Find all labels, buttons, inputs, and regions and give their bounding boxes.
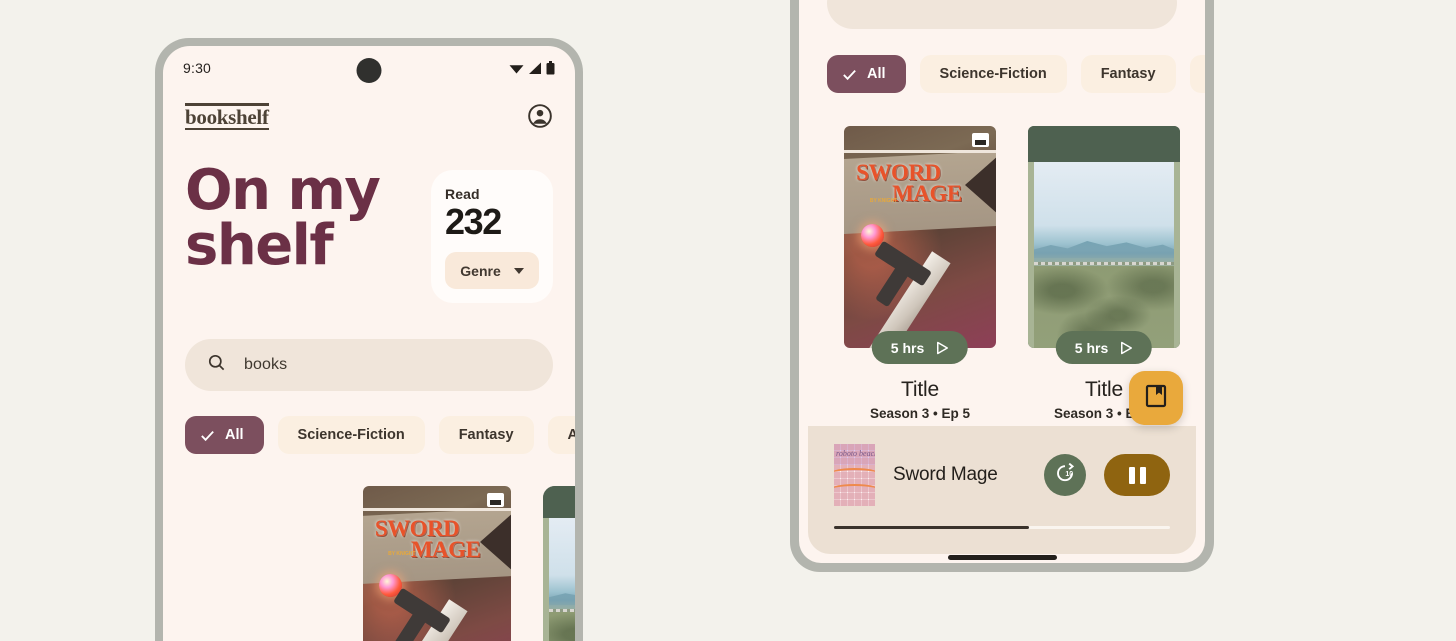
book-cover-sword-mage[interactable]: SWORD MAGE BY KNIGHT <box>363 486 511 641</box>
cover-mat <box>1028 161 1180 348</box>
tablet-screen: All Science-Fiction Fantasy Adventure <box>799 0 1205 563</box>
chip-label: Science-Fiction <box>939 66 1047 82</box>
duration-label: 5 hrs <box>890 339 925 356</box>
album-wave-2 <box>834 484 875 498</box>
cover-photo <box>1034 161 1174 348</box>
cover-header-band <box>543 486 575 518</box>
search-icon <box>207 353 226 377</box>
status-icons <box>509 61 555 75</box>
pause-button[interactable] <box>1104 454 1170 496</box>
wifi-icon <box>509 62 524 75</box>
tablet-filter-chips: All Science-Fiction Fantasy Adventure <box>799 29 1205 93</box>
cellular-signal-icon <box>528 62 542 75</box>
phone-filter-chips: All Science-Fiction Fantasy Adventure <box>163 391 575 454</box>
cover-byline: BY KNIGHT <box>388 551 416 557</box>
book-cover-sword-mage[interactable]: SWORD MAGE BY KNIGHT <box>844 126 996 348</box>
photo-scrubland <box>549 612 575 641</box>
forward-10-icon: 10 <box>1053 461 1077 490</box>
svg-text:10: 10 <box>1065 471 1073 478</box>
duration-play-pill[interactable]: 5 hrs <box>1055 331 1153 364</box>
forward-10-button[interactable]: 10 <box>1044 454 1086 496</box>
cover-mat <box>543 518 575 641</box>
cover-header-band <box>1028 126 1180 162</box>
read-stat-value: 232 <box>445 201 502 242</box>
chip-label: Fantasy <box>458 427 514 443</box>
phone-hero: On my shelf Read 232 Genre <box>163 136 575 303</box>
chip-science-fiction[interactable]: Science-Fiction <box>919 55 1067 93</box>
app-logo[interactable]: bookshelf <box>185 102 269 130</box>
phone-book-grid: SWORD MAGE BY KNIGHT <box>163 454 575 641</box>
check-icon <box>199 427 216 444</box>
book-cover-landscape[interactable] <box>1028 126 1180 348</box>
playback-progress-fill <box>834 526 1029 529</box>
playback-progress-bar[interactable] <box>834 526 1170 529</box>
chip-label: Adventure <box>567 427 575 443</box>
chevron-down-icon <box>513 267 524 274</box>
read-stat-label: Read <box>445 186 480 202</box>
bookmark-fab-button[interactable] <box>1129 371 1183 425</box>
book-cover-wrapper: 5 hrs <box>1028 126 1180 364</box>
phone-status-bar: 9:30 <box>163 46 575 90</box>
photo-horizon-strip <box>1034 262 1174 266</box>
duration-label: 5 hrs <box>1074 339 1109 356</box>
chip-all[interactable]: All <box>827 55 906 93</box>
bookmark-badge-icon <box>972 133 989 147</box>
genre-dropdown[interactable]: Genre <box>445 252 539 289</box>
cover-chevron <box>965 154 996 215</box>
album-art: roboto beach <box>834 444 875 506</box>
bookmark-badge-icon <box>487 493 504 507</box>
front-camera-dot <box>356 58 382 83</box>
chip-label: All <box>867 66 886 82</box>
play-icon <box>1120 341 1133 355</box>
mini-player: roboto beach Sword Mage 10 <box>808 426 1196 560</box>
now-playing-title: Sword Mage <box>893 464 998 485</box>
photo-mountains <box>549 589 575 606</box>
page-title: On my shelf <box>185 158 381 278</box>
search-input[interactable]: books <box>244 356 287 374</box>
book-card[interactable]: SWORD MAGE BY KNIGHT 5 hrs Title Season … <box>844 126 996 421</box>
chip-fantasy[interactable]: Fantasy <box>438 416 534 454</box>
screenshot-stage: 9:30 bookshelf On my shelf Read 232 Genr… <box>0 0 1456 641</box>
book-subtitle: Season 3 • Ep 5 <box>869 406 971 421</box>
chip-adventure[interactable]: Adventure <box>1189 55 1205 93</box>
chip-label: Fantasy <box>1100 66 1156 82</box>
phone-search-bar[interactable]: books <box>185 339 553 391</box>
chip-all[interactable]: All <box>185 416 264 454</box>
book-title: Title <box>901 378 939 401</box>
photo-mountains <box>1034 241 1174 259</box>
genre-dropdown-label: Genre <box>460 262 501 279</box>
cover-photo <box>549 518 575 641</box>
play-icon <box>936 341 949 355</box>
bookmark-icon <box>1145 384 1167 413</box>
battery-icon <box>546 61 555 75</box>
book-cover-wrapper: SWORD MAGE BY KNIGHT 5 hrs <box>844 126 996 364</box>
chip-science-fiction[interactable]: Science-Fiction <box>277 416 425 454</box>
status-time: 9:30 <box>183 60 212 76</box>
phone-app-bar: bookshelf <box>163 90 575 136</box>
chip-label: All <box>225 427 244 443</box>
book-cover-landscape[interactable] <box>543 486 575 641</box>
chip-fantasy[interactable]: Fantasy <box>1080 55 1176 93</box>
pause-icon <box>1128 466 1146 484</box>
mini-player-row: roboto beach Sword Mage 10 <box>834 444 1170 506</box>
tablet-search-bar[interactable] <box>827 0 1177 29</box>
phone-device-frame: 9:30 bookshelf On my shelf Read 232 Genr… <box>155 38 583 641</box>
cover-topline <box>844 150 996 154</box>
tablet-device-frame: All Science-Fiction Fantasy Adventure <box>790 0 1214 572</box>
phone-screen: 9:30 bookshelf On my shelf Read 232 Genr… <box>163 46 575 641</box>
cover-chevron <box>479 512 511 572</box>
album-wave-1 <box>834 468 875 482</box>
album-art-text: roboto beach <box>836 449 875 458</box>
cover-byline: BY KNIGHT <box>869 198 898 205</box>
account-circle-icon[interactable] <box>527 103 553 129</box>
cover-topline <box>363 508 511 511</box>
home-indicator <box>947 555 1057 560</box>
duration-play-pill[interactable]: 5 hrs <box>871 331 969 364</box>
check-icon <box>841 66 858 83</box>
read-stat-card: Read 232 Genre <box>431 170 553 303</box>
chip-adventure[interactable]: Adventure <box>547 416 575 454</box>
chip-label: Science-Fiction <box>297 427 405 443</box>
